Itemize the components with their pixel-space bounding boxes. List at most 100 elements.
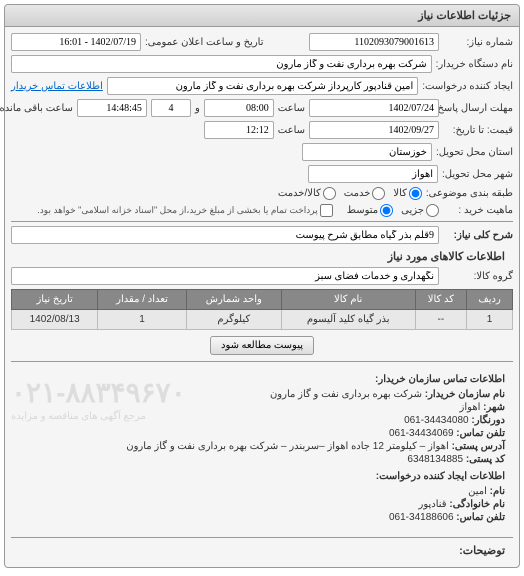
radio-medium[interactable]: متوسط	[347, 204, 393, 217]
radio-small[interactable]: جزیی	[401, 204, 439, 217]
first-name-value: امین	[468, 486, 487, 497]
city-input[interactable]	[308, 165, 438, 183]
price-time-input[interactable]	[204, 121, 274, 139]
payment-note: پرداخت تمام یا بخشی از مبلغ خرید،از محل …	[37, 205, 317, 216]
postal-label: کد پستی:	[466, 454, 505, 465]
buyer-device-input[interactable]	[11, 55, 432, 73]
table-header-row: ردیف کد کالا نام کالا واحد شمارش تعداد /…	[12, 290, 513, 310]
table-row[interactable]: 1 -- بذر گیاه کلید آلیسوم کیلوگرم 1 1402…	[12, 310, 513, 330]
creator-phone-line: تلفن تماس: 34188606-061	[19, 512, 505, 523]
general-desc-label: شرح کلی نیاز:	[443, 230, 513, 241]
row-deadline: مهلت ارسال پاسخ: تا تاریخ: ساعت و ساعت ب…	[11, 99, 513, 117]
and-label: و	[195, 103, 200, 114]
request-creator-label: ایجاد کننده درخواست:	[422, 81, 513, 92]
need-number-input[interactable]	[309, 33, 439, 51]
deadline-time-input[interactable]	[204, 99, 274, 117]
org-line: نام سازمان خریدار: شرکت بهره برداری نفت …	[19, 389, 505, 400]
request-creator-input[interactable]	[107, 77, 418, 95]
province-input[interactable]	[302, 143, 432, 161]
attachment-button[interactable]: پیوست مطالعه شود	[210, 336, 314, 355]
row-request-creator: ایجاد کننده درخواست: اطلاعات تماس خریدار	[11, 77, 513, 95]
radio-kala-label: کالا	[393, 188, 407, 199]
address-line: آدرس پستی: اهواز – کیلومتر 12 جاده اهواز…	[19, 441, 505, 452]
th-code: کد کالا	[415, 290, 467, 310]
radio-medium-input[interactable]	[380, 204, 393, 217]
radio-khadamat-input[interactable]	[372, 187, 385, 200]
remaining-time-input[interactable]	[77, 99, 147, 117]
row-city: شهر محل تحویل:	[11, 165, 513, 183]
goods-section-title: اطلاعات کالاهای مورد نیاز	[19, 250, 505, 263]
divider-2	[11, 361, 513, 362]
divider-3	[11, 537, 513, 538]
dorn-label: دورنگار:	[471, 415, 505, 426]
th-unit: واحد شمارش	[186, 290, 281, 310]
time-label-1: ساعت	[278, 103, 305, 114]
row-province: استان محل تحویل:	[11, 143, 513, 161]
radio-kala-input[interactable]	[409, 187, 422, 200]
time-label-2: ساعت	[278, 125, 305, 136]
radio-both-label: کالا/خدمت	[278, 188, 321, 199]
radio-medium-label: متوسط	[347, 205, 378, 216]
row-need-number: شماره نیاز: تاریخ و ساعت اعلان عمومی:	[11, 33, 513, 51]
panel-body: شماره نیاز: تاریخ و ساعت اعلان عمومی: نا…	[5, 27, 519, 567]
postal-line: کد پستی: 6348134885	[19, 454, 505, 465]
row-buyer-device: نام دستگاه خریدار:	[11, 55, 513, 73]
creator-title: اطلاعات ایجاد کننده درخواست:	[19, 471, 505, 482]
announce-input[interactable]	[11, 33, 141, 51]
radio-small-input[interactable]	[426, 204, 439, 217]
last-name-value: قنادپور	[419, 499, 447, 510]
td-code: --	[415, 310, 467, 330]
buy-type-radio-group: جزیی متوسط	[347, 204, 439, 217]
first-name-label: نام:	[490, 486, 505, 497]
payment-checkbox-item[interactable]: پرداخت تمام یا بخشی از مبلغ خرید،از محل …	[37, 204, 332, 217]
td-qty: 1	[98, 310, 187, 330]
phone-line: تلفن تماس: 34434069-061	[19, 428, 505, 439]
divider-1	[11, 221, 513, 222]
province-label: استان محل تحویل:	[436, 147, 513, 158]
general-desc-input[interactable]	[11, 226, 439, 244]
buyer-device-label: نام دستگاه خریدار:	[436, 59, 513, 70]
remaining-label: ساعت باقی مانده	[0, 103, 73, 114]
contact-city-value: اهواز	[460, 402, 481, 413]
radio-khadamat-label: خدمت	[344, 188, 371, 199]
radio-kala[interactable]: کالا	[393, 187, 422, 200]
td-row: 1	[467, 310, 513, 330]
row-buy-type: ماهیت خرید : جزیی متوسط پرداخت تمام یا ب…	[11, 204, 513, 217]
goods-group-input[interactable]	[11, 267, 439, 285]
deadline-date-input[interactable]	[309, 99, 439, 117]
td-unit: کیلوگرم	[186, 310, 281, 330]
announce-label: تاریخ و ساعت اعلان عمومی:	[145, 37, 264, 48]
city-line: شهر: اهواز	[19, 402, 505, 413]
postal-value: 6348134885	[407, 454, 463, 465]
radio-khadamat[interactable]: خدمت	[344, 187, 386, 200]
first-name-line: نام: امین	[19, 486, 505, 497]
payment-checkbox[interactable]	[320, 204, 333, 217]
row-price: قیمت: تا تاریخ: ساعت	[11, 121, 513, 139]
td-date: 1402/08/13	[12, 310, 98, 330]
row-subject-class: طبقه بندی موضوعی: کالا خدمت کالا/خدمت	[11, 187, 513, 200]
deadline-label: مهلت ارسال پاسخ: تا تاریخ:	[443, 103, 513, 114]
org-name-label: نام سازمان خریدار:	[425, 389, 505, 400]
subject-radio-group: کالا خدمت کالا/خدمت	[278, 187, 422, 200]
phone-label: تلفن تماس:	[456, 428, 505, 439]
th-qty: تعداد / مقدار	[98, 290, 187, 310]
details-panel: جزئیات اطلاعات نیاز شماره نیاز: تاریخ و …	[4, 4, 520, 568]
org-name-value: شرکت بهره برداری نفت و گاز مارون	[270, 389, 422, 400]
contact-section: ۰۲۱-۸۸۳۴۹۶۷۰ مرجع آگهی های مناقصه و مزای…	[11, 366, 513, 533]
contact-link[interactable]: اطلاعات تماس خریدار	[11, 81, 103, 92]
th-row: ردیف	[467, 290, 513, 310]
remaining-days-input[interactable]	[151, 99, 191, 117]
last-name-line: نام خانوادگی: قنادپور	[19, 499, 505, 510]
radio-both[interactable]: کالا/خدمت	[278, 187, 336, 200]
city-label: شهر محل تحویل:	[442, 169, 513, 180]
goods-table: ردیف کد کالا نام کالا واحد شمارش تعداد /…	[11, 289, 513, 330]
price-until-label: قیمت: تا تاریخ:	[443, 125, 513, 136]
dorn-line: دورنگار: 34434080-061	[19, 415, 505, 426]
row-goods-group: گروه کالا:	[11, 267, 513, 285]
address-label: آدرس پستی:	[452, 441, 505, 452]
last-name-label: نام خانوادگی:	[449, 499, 505, 510]
radio-both-input[interactable]	[323, 187, 336, 200]
row-general-desc: شرح کلی نیاز:	[11, 226, 513, 244]
goods-group-label: گروه کالا:	[443, 271, 513, 282]
price-date-input[interactable]	[309, 121, 439, 139]
